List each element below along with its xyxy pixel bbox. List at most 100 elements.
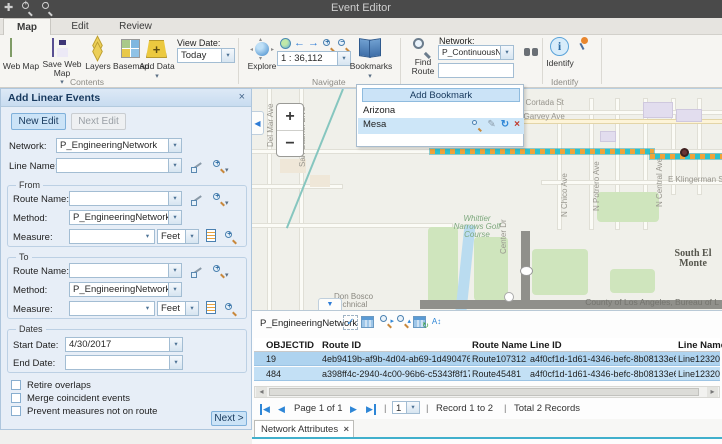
full-extent-icon[interactable] — [280, 38, 291, 49]
end-date-caret-icon[interactable]: ▾ — [169, 356, 182, 369]
column-header-route-name[interactable]: Route Name — [472, 340, 527, 351]
route-end-marker[interactable] — [680, 148, 689, 157]
collapse-panel-arrow[interactable]: ◀ — [252, 111, 264, 135]
start-date-select[interactable]: 4/30/2017 ▾ — [65, 337, 183, 352]
from-pick-route-icon[interactable] — [191, 192, 206, 206]
retire-overlaps-checkbox[interactable] — [11, 380, 21, 390]
table-view-icon[interactable] — [360, 316, 375, 331]
page-number-caret-icon[interactable]: ▾ — [406, 402, 419, 413]
page-number-select[interactable]: 1 ▾ — [392, 401, 420, 414]
bookmark-item-arizona[interactable]: Arizona — [358, 104, 524, 118]
pick-line-on-map-icon[interactable] — [191, 159, 206, 173]
delete-bookmark-icon[interactable]: × — [514, 120, 520, 130]
table-row[interactable]: 484 a398ff4c-2940-4c00-96b6-c5343f8f1711… — [254, 367, 720, 381]
next-extent-icon[interactable]: → — [308, 37, 319, 49]
add-data-caret-icon[interactable]: ▾ — [153, 72, 161, 81]
line-name-select[interactable]: ▾ — [56, 158, 182, 173]
to-zoom-menu-icon[interactable]: +▾ — [213, 264, 237, 278]
to-route-caret-icon[interactable]: ▾ — [168, 264, 181, 277]
scrollbar-thumb[interactable] — [269, 388, 699, 396]
to-route-name-select[interactable]: ▾ — [69, 263, 182, 278]
previous-extent-icon[interactable]: ← — [294, 37, 305, 49]
from-method-select[interactable]: P_EngineeringNetwork ▾ — [69, 210, 182, 225]
table-row[interactable]: 19 4eb9419b-af9b-4d04-ab69-1d490476802b … — [254, 352, 720, 366]
from-zoom-menu-icon[interactable]: +▾ — [213, 192, 237, 206]
zoom-to-bookmark-icon[interactable] — [472, 120, 482, 130]
network-ribbon-caret-icon[interactable]: ▾ — [500, 46, 513, 59]
to-method-select[interactable]: P_EngineeringNetwork ▾ — [69, 282, 182, 297]
save-web-map-caret-icon[interactable]: ▾ — [58, 78, 66, 87]
from-measure-locate-icon[interactable] — [206, 229, 221, 243]
to-measure-input[interactable]: ▾ — [69, 301, 155, 316]
to-units-select[interactable]: Feet ▾ — [157, 301, 199, 316]
tab-map[interactable]: Map — [3, 18, 51, 35]
network-ribbon-select[interactable]: P_ContinuousNetwork ▾ — [438, 45, 514, 60]
to-measure-zoom-icon[interactable]: + — [225, 302, 240, 316]
to-pick-route-icon[interactable] — [191, 264, 206, 278]
view-date-caret-icon[interactable]: ▾ — [221, 49, 234, 62]
save-web-map-button[interactable] — [52, 39, 54, 57]
tab-close-icon[interactable]: × — [343, 424, 349, 435]
refresh-bookmark-icon[interactable]: ↻ — [501, 120, 509, 130]
to-method-caret-icon[interactable]: ▾ — [168, 283, 181, 296]
first-page-icon[interactable]: ◀ — [260, 404, 270, 415]
from-measure-caret-icon[interactable]: ▾ — [141, 230, 154, 243]
next-page-icon[interactable]: ▶ — [350, 404, 357, 415]
from-measure-input[interactable]: ▾ — [69, 229, 155, 244]
explore-button[interactable]: ◂▸ ▴▾ — [252, 39, 272, 59]
line-name-caret-icon[interactable]: ▾ — [168, 159, 181, 172]
scale-select[interactable]: 1 : 36,112 ▾ — [277, 51, 351, 66]
scroll-left-button[interactable]: ◂ — [256, 387, 267, 397]
to-units-caret-icon[interactable]: ▾ — [185, 302, 198, 315]
next-step-button[interactable]: Next > — [211, 411, 247, 426]
from-units-caret-icon[interactable]: ▾ — [185, 230, 198, 243]
route-input-select[interactable] — [438, 63, 514, 78]
identify-button[interactable]: i — [550, 37, 569, 56]
pushpin-icon[interactable] — [578, 37, 590, 51]
collapse-table-arrow[interactable]: ▼ — [318, 298, 342, 310]
panel-close-icon[interactable]: × — [239, 91, 245, 103]
column-header-line-name[interactable]: Line Name — [678, 340, 722, 351]
from-units-select[interactable]: Feet ▾ — [157, 229, 199, 244]
tab-edit[interactable]: Edit — [55, 18, 105, 35]
add-data-button[interactable]: + — [146, 40, 167, 58]
bookmarks-button[interactable] — [359, 39, 381, 56]
refresh-table-icon[interactable]: ↻ — [412, 316, 427, 331]
add-bookmark-button[interactable]: Add Bookmark — [362, 88, 520, 102]
sort-records-icon[interactable]: A↕ — [429, 315, 444, 330]
selected-route-line[interactable] — [430, 149, 654, 154]
select-records-icon[interactable]: ✓ — [343, 315, 358, 330]
column-header-line-id[interactable]: Line ID — [530, 340, 562, 351]
line-zoom-menu-icon[interactable]: +▾ — [213, 159, 237, 173]
from-measure-zoom-icon[interactable]: + — [225, 230, 240, 244]
network-select[interactable]: P_EngineeringNetwork ▾ — [56, 138, 182, 153]
from-route-name-select[interactable]: ▾ — [69, 191, 182, 206]
to-measure-locate-icon[interactable] — [206, 301, 221, 315]
last-page-icon[interactable]: ▶ — [366, 404, 376, 415]
edit-bookmark-icon[interactable]: ✎ — [487, 120, 495, 130]
from-route-caret-icon[interactable]: ▾ — [168, 192, 181, 205]
tab-review[interactable]: Review — [108, 18, 163, 35]
network-caret-icon[interactable]: ▾ — [168, 139, 181, 152]
map-zoom-out-button[interactable]: − — [277, 130, 303, 156]
horizontal-scrollbar[interactable]: ◂ ▸ — [254, 386, 720, 398]
binoculars-icon[interactable] — [524, 47, 538, 57]
start-date-caret-icon[interactable]: ▾ — [169, 338, 182, 351]
web-map-button[interactable] — [10, 39, 12, 57]
end-date-select[interactable]: ▾ — [65, 355, 183, 370]
bookmarks-caret-icon[interactable]: ▾ — [366, 72, 374, 81]
prevent-measures-checkbox[interactable] — [11, 406, 21, 416]
to-measure-caret-icon[interactable]: ▾ — [141, 302, 154, 315]
map-zoom-in-button[interactable]: + — [277, 104, 303, 130]
column-header-objectid[interactable]: OBJECTID — [266, 340, 314, 351]
basemap-button[interactable] — [121, 39, 140, 58]
new-edit-button[interactable]: New Edit — [11, 113, 66, 130]
zoom-to-selection-icon[interactable]: ▸ — [378, 315, 393, 330]
merge-coincident-checkbox[interactable] — [11, 393, 21, 403]
view-date-select[interactable]: Today ▾ — [177, 48, 235, 63]
scroll-right-button[interactable]: ▸ — [707, 387, 718, 397]
from-method-caret-icon[interactable]: ▾ — [168, 211, 181, 224]
previous-page-icon[interactable]: ◀ — [278, 404, 285, 415]
tab-network-attributes[interactable]: Network Attributes × — [254, 420, 354, 437]
pan-to-selection-icon[interactable]: ▴ — [395, 315, 410, 330]
